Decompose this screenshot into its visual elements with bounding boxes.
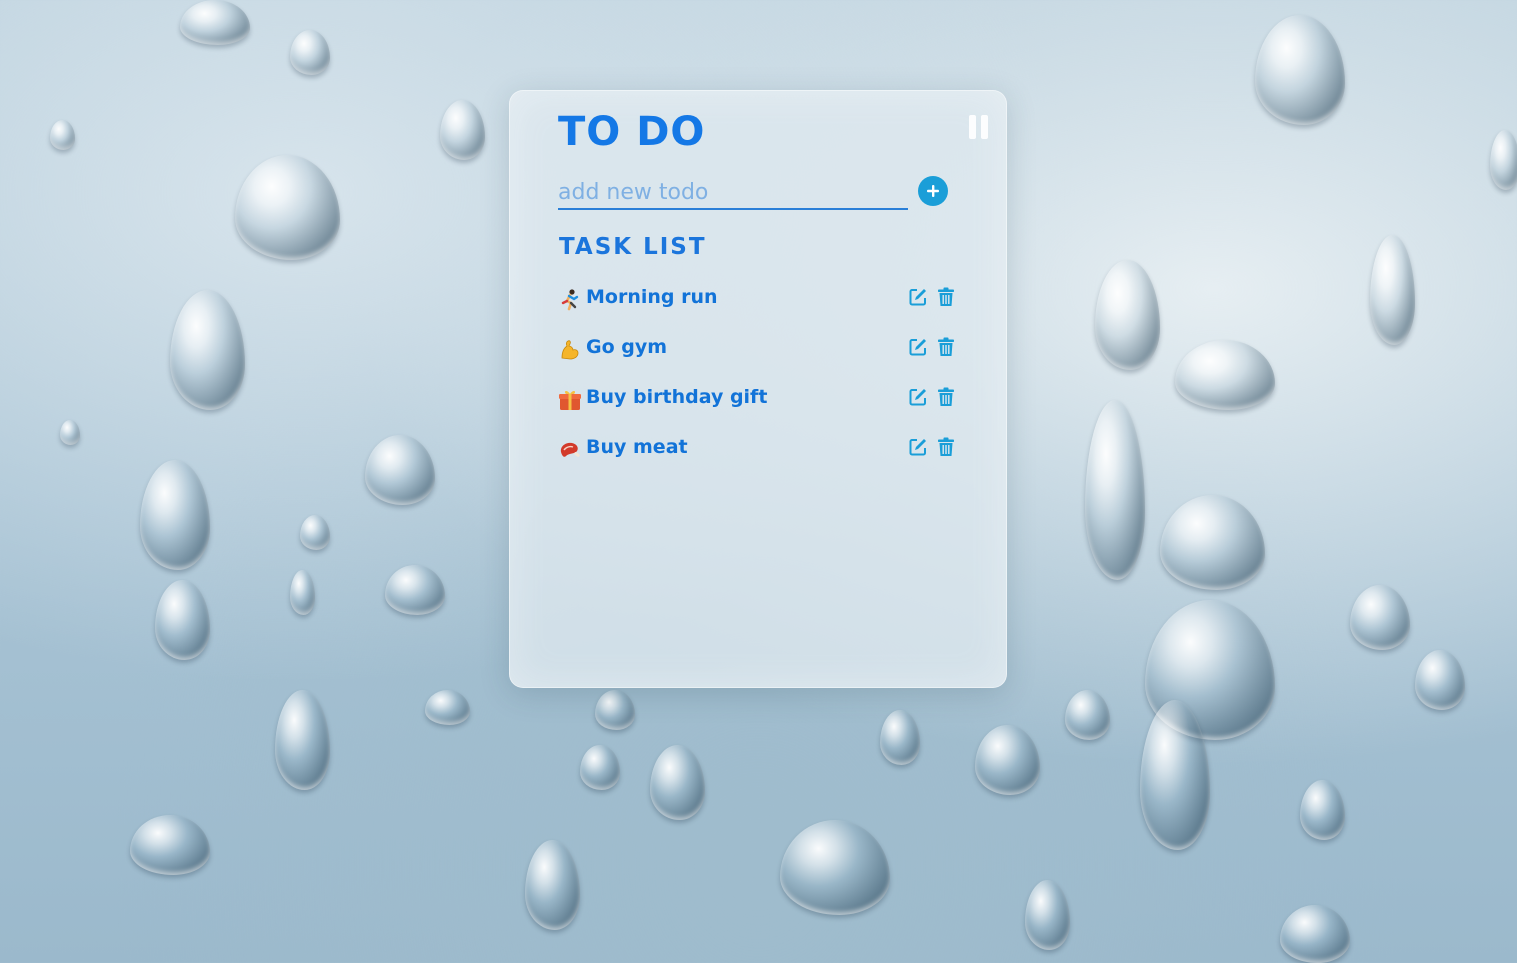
edit-icon [909,339,926,356]
task-list: Morning run Go gym Buy birthday gift Buy… [558,283,958,483]
edit-icon [909,389,926,406]
add-todo-button[interactable] [918,176,948,206]
flexed-biceps-icon [561,340,579,360]
list-item: Go gym [558,333,958,383]
meat-icon [560,442,580,457]
list-item: Buy meat [558,433,958,483]
edit-button[interactable] [908,337,928,359]
add-todo-row [558,176,950,212]
running-person-icon [561,289,579,311]
plus-icon [927,185,939,197]
trash-icon [938,337,954,356]
list-item: Buy birthday gift [558,383,958,433]
edit-button[interactable] [908,437,928,459]
delete-button[interactable] [936,287,956,309]
add-todo-input[interactable] [558,176,908,210]
task-list-heading: TASK LIST [559,234,707,260]
todo-card: TO DO TASK LIST Morning run [509,90,1007,688]
gift-icon [559,390,581,410]
trash-icon [938,387,954,406]
task-label: Buy birthday gift [586,386,768,408]
app-title: TO DO [558,109,706,155]
trash-icon [938,437,954,456]
edit-icon [909,439,926,456]
edit-button[interactable] [908,287,928,309]
delete-button[interactable] [936,437,956,459]
trash-icon [938,287,954,306]
task-label: Morning run [586,286,718,308]
pause-bar-right [981,115,988,139]
pause-bar-left [969,115,976,139]
pause-icon[interactable] [968,115,990,139]
task-label: Go gym [586,336,668,358]
list-item: Morning run [558,283,958,333]
edit-icon [909,289,926,306]
task-label: Buy meat [586,436,688,458]
delete-button[interactable] [936,387,956,409]
delete-button[interactable] [936,337,956,359]
edit-button[interactable] [908,387,928,409]
